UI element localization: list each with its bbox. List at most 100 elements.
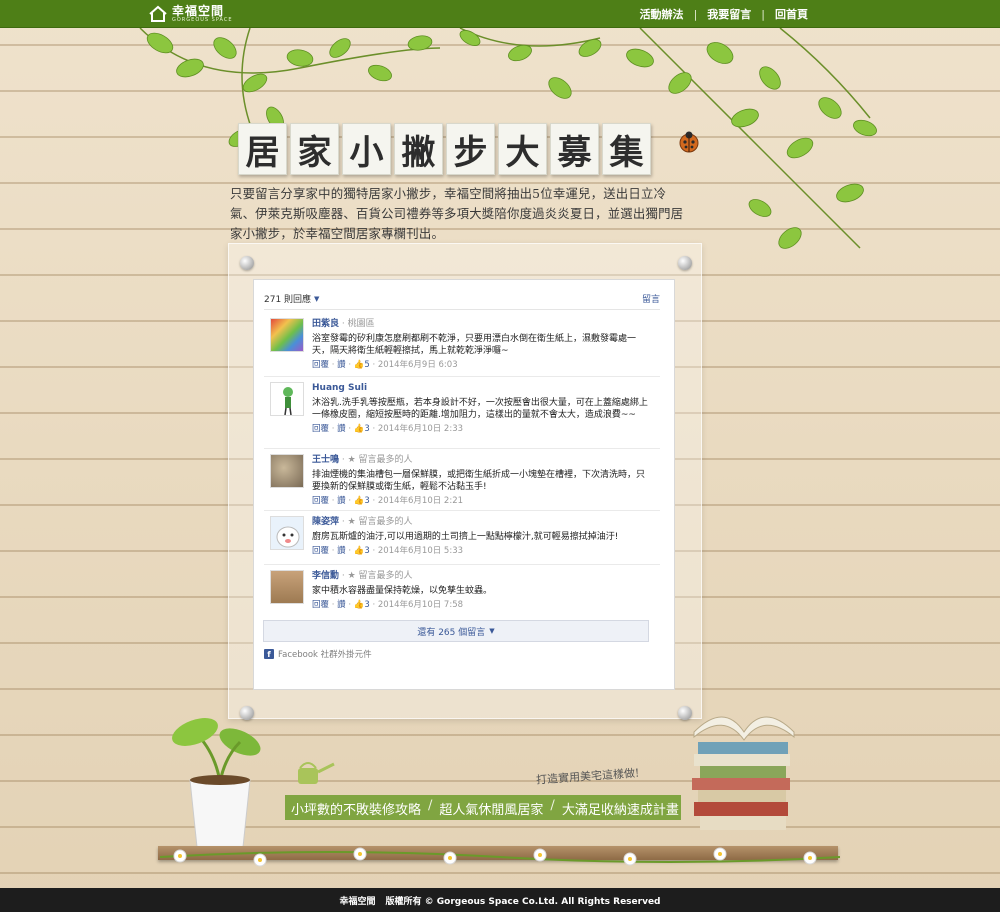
comment-text: 廚房瓦斯爐的油汙,可以用過期的土司擠上一點點檸檬汁,就可輕易擦拭掉油汙! [312,532,619,542]
watering-can-icon [298,762,335,784]
avatar[interactable] [270,570,304,604]
comment-count: 271 則回應 [264,295,312,305]
commenter-name[interactable]: 陳姿萍 [312,517,339,527]
facebook-comments-panel: 271 則回應 ▼ 留言 田紫良 · 桃園區 浴室發霉的矽利康怎麼刷都刷不乾淨，… [253,279,675,690]
avatar[interactable] [270,516,304,550]
campaign-title: 居 家 小 撇 步 大 募 集 [238,120,666,178]
site-footer: 幸福空間 版權所有 © Gorgeous Space Co.Ltd. All R… [0,888,1000,912]
title-char: 小 [342,123,391,175]
like-count: 3 [364,496,370,506]
facebook-icon: f [264,649,274,659]
like-link[interactable]: 讚 [337,424,346,434]
campaign-description: 只要留言分享家中的獨特居家小撇步，幸福空間將抽出5位幸運兒，送出日立冷氣、伊萊克… [230,186,684,241]
comment-date[interactable]: 2014年6月10日 2:33 [378,424,463,434]
nav-leave-message[interactable]: 我要留言 [707,6,751,22]
title-char: 家 [290,123,339,175]
comments-header: 271 則回應 ▼ 留言 [264,292,660,310]
facebook-plugin-credit[interactable]: f Facebook 社群外掛元件 [264,648,372,660]
avatar[interactable] [270,318,304,352]
reply-link[interactable]: 回覆 [312,360,329,370]
house-icon [149,5,167,22]
promo-tagline: 打造實用美宅這樣做! [535,766,640,787]
promo-link-storage[interactable]: 大滿足收納速成計畫 [559,798,682,819]
thumbs-up-icon[interactable]: 👍 [354,424,365,434]
commenter-meta: · ★ 留言最多的人 [339,517,413,527]
comment-divider [264,376,660,377]
pin-icon [240,256,254,270]
book-stack-decoration [692,716,795,830]
main-nav: 活動辦法 | 我要留言 | 回首頁 [640,0,808,28]
comment-item: 李信勳 · ★ 留言最多的人 家中積水容器盡量保持乾燥，以免孳生蚊蟲。 回覆 ·… [270,570,652,614]
commenter-meta: · ★ 留言最多的人 [339,455,413,465]
like-link[interactable]: 讚 [337,600,346,610]
comment-date[interactable]: 2014年6月9日 6:03 [378,360,458,370]
comment-actions: 回覆 · 讚 · 👍5 · 2014年6月9日 6:03 [312,360,458,370]
commenter-meta: · 桃園區 [339,319,375,329]
comment-text: 家中積水容器盡量保持乾燥，以免孳生蚊蟲。 [312,586,493,596]
caret-down-icon: ▼ [489,627,495,635]
promo-link-casual-home[interactable]: 超人氣休閒風居家 [436,798,546,819]
promo-separator: / [428,798,433,813]
title-char: 步 [446,123,495,175]
title-char: 撇 [394,123,443,175]
comment-item: 田紫良 · 桃園區 浴室發霉的矽利康怎麼刷都刷不乾淨，只要用漂白水倒在衛生紙上，… [270,318,652,372]
footer-copyright: 版權所有 © Gorgeous Space Co.Ltd. All Rights… [385,896,661,907]
comment-actions: 回覆 · 讚 · 👍3 · 2014年6月10日 2:33 [312,424,464,434]
comment-item: 陳姿萍 · ★ 留言最多的人 廚房瓦斯爐的油汙,可以用過期的土司擠上一點點檸檬汁… [270,516,652,560]
footer-brand: 幸福空間 [339,896,376,907]
comment-date[interactable]: 2014年6月10日 2:21 [378,496,463,506]
comment-text: 排油煙機的集油槽包一層保鮮膜，或把衛生紙折成一小塊墊在槽裡，下次清洗時，只要換新… [312,470,646,492]
like-count: 3 [364,600,370,610]
load-more-comments-button[interactable]: 還有 265 個留言 ▼ [263,620,649,642]
reply-link[interactable]: 回覆 [312,600,329,610]
nav-home[interactable]: 回首頁 [775,6,808,22]
commenter-name[interactable]: 王士鳴 [312,455,339,465]
nav-separator: | [761,7,765,21]
avatar[interactable] [270,454,304,488]
post-comment-link[interactable]: 留言 [642,292,660,305]
avatar-figure-icon [283,387,293,415]
commenter-name[interactable]: 李信勳 [312,571,339,581]
commenter-meta: · ★ 留言最多的人 [339,571,413,581]
promo-links: 小坪數的不敗裝修攻略 / 超人氣休閒風居家 / 大滿足收納速成計畫 [288,798,682,819]
reply-link[interactable]: 回覆 [312,546,329,556]
promo-link-small-space[interactable]: 小坪數的不敗裝修攻略 [288,798,424,819]
logo-subtitle: GORGEOUS SPACE [172,17,233,23]
comment-divider [264,448,660,449]
avatar[interactable] [270,382,304,416]
plugin-label: Facebook 社群外掛元件 [278,650,372,660]
comment-divider [264,564,660,565]
comment-actions: 回覆 · 讚 · 👍3 · 2014年6月10日 5:33 [312,546,464,556]
reply-link[interactable]: 回覆 [312,424,329,434]
commenter-name[interactable]: 田紫良 [312,319,339,329]
comment-item: 王士鳴 · ★ 留言最多的人 排油煙機的集油槽包一層保鮮膜，或把衛生紙折成一小塊… [270,454,652,506]
potted-plant-decoration [172,718,261,848]
like-link[interactable]: 讚 [337,496,346,506]
comment-count-dropdown[interactable]: 271 則回應 ▼ [264,292,319,306]
thumbs-up-icon[interactable]: 👍 [354,360,365,370]
site-logo[interactable]: 幸福空間 GORGEOUS SPACE [148,3,233,25]
load-more-label: 還有 265 個留言 [417,627,486,638]
reply-link[interactable]: 回覆 [312,496,329,506]
like-count: 3 [364,424,370,434]
comment-item: Huang Suli 沐浴乳.洗手乳等按壓瓶，若本身設計不好，一次按壓會出很大量… [270,382,652,444]
comment-date[interactable]: 2014年6月10日 5:33 [378,546,463,556]
title-char: 居 [238,123,287,175]
comment-text: 浴室發霉的矽利康怎麼刷都刷不乾淨，只要用漂白水倒在衛生紙上，濕敷發霉處一天，隔天… [312,334,637,356]
title-char: 集 [602,123,651,175]
like-count: 3 [364,546,370,556]
flower-vine-decoration [160,847,840,867]
comment-divider [264,510,660,511]
thumbs-up-icon[interactable]: 👍 [354,600,365,610]
commenter-name[interactable]: Huang Suli [312,383,367,393]
comment-date[interactable]: 2014年6月10日 7:58 [378,600,463,610]
nav-event-rules[interactable]: 活動辦法 [640,6,684,22]
logo-name: 幸福空間 [172,4,225,18]
like-link[interactable]: 讚 [337,546,346,556]
nav-separator: | [693,7,698,21]
pin-icon [678,256,692,270]
comment-actions: 回覆 · 讚 · 👍3 · 2014年6月10日 7:58 [312,600,464,610]
thumbs-up-icon[interactable]: 👍 [354,496,365,506]
thumbs-up-icon[interactable]: 👍 [354,546,365,556]
like-link[interactable]: 讚 [337,360,346,370]
